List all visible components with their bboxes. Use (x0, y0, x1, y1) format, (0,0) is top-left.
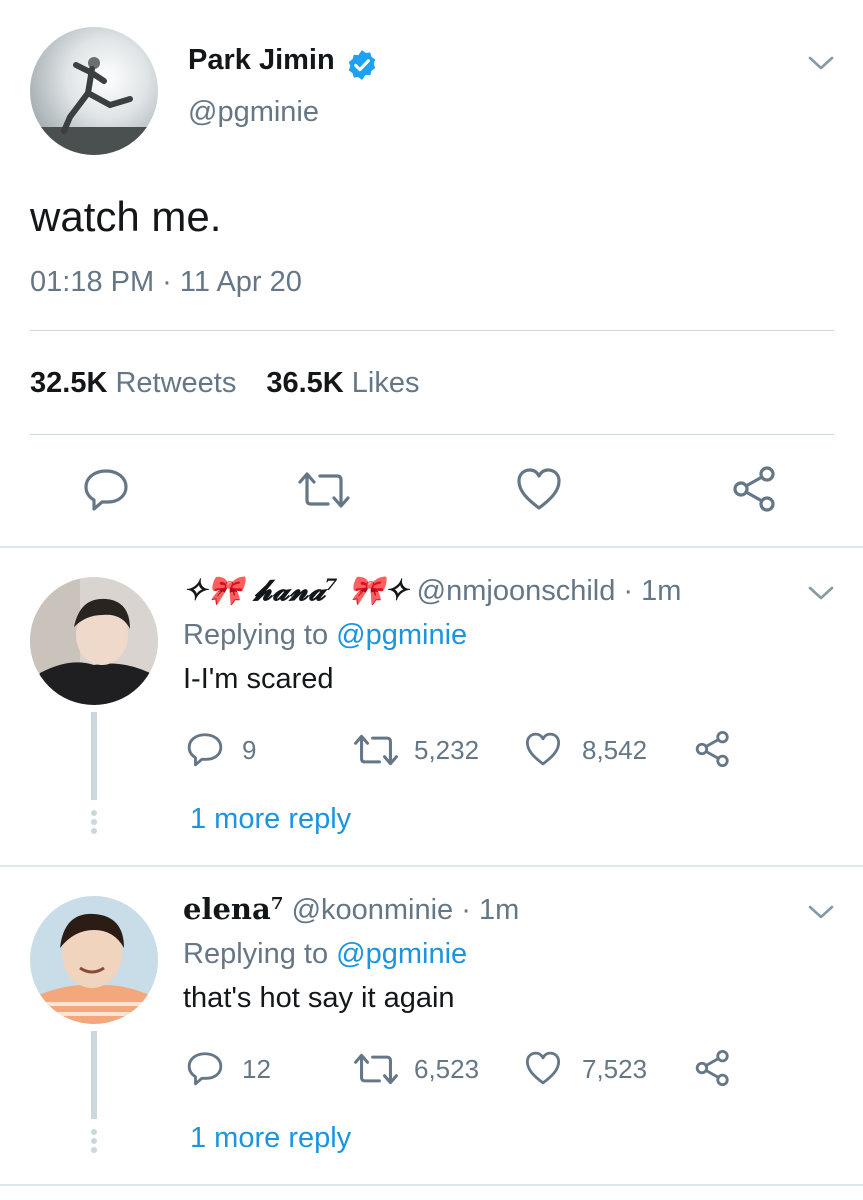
reply-icon[interactable] (82, 467, 130, 511)
reply-handle-time[interactable]: @nmjoonschild · 1m (417, 575, 682, 607)
like-icon[interactable] (515, 466, 563, 512)
retweet-count: 6,523 (414, 1054, 480, 1084)
retweet-icon[interactable] (296, 470, 352, 510)
thread-line (91, 1031, 97, 1119)
like-icon[interactable] (524, 1050, 562, 1086)
reply-display-name[interactable]: elena⁷ (183, 892, 284, 926)
author-name[interactable]: Park Jimin (188, 44, 335, 77)
thread-line (91, 712, 97, 800)
replying-to-link[interactable]: @pgminie (336, 938, 467, 970)
reply-avatar[interactable] (30, 896, 158, 1024)
likes-count: 36.5K (266, 367, 344, 399)
reply-handle-time[interactable]: @koonminie · 1m (292, 894, 520, 926)
more-replies-link[interactable]: 1 more reply (190, 1122, 351, 1155)
chevron-down-icon[interactable] (808, 585, 834, 601)
divider (30, 330, 834, 331)
reply-header: ✧🎀 𝓱𝓪𝓷𝓪⁷ 🎀✧ @nmjoonschild · 1m (183, 573, 681, 608)
author-handle[interactable]: @pgminie (188, 96, 319, 129)
reply-count: 12 (242, 1054, 271, 1084)
verified-badge-icon (345, 48, 379, 82)
reply-text: that's hot say it again (183, 982, 455, 1014)
thread-dot (91, 1129, 97, 1135)
share-icon[interactable] (694, 1049, 732, 1087)
retweets-label: Retweets (115, 367, 237, 399)
section-divider (0, 1184, 863, 1186)
retweet-icon[interactable] (352, 1052, 400, 1086)
thread-dot (91, 1147, 97, 1153)
like-count: 8,542 (582, 735, 648, 765)
more-replies-link[interactable]: 1 more reply (190, 803, 351, 836)
replying-to-line: Replying to @pgminie (183, 619, 467, 652)
replying-to-line: Replying to @pgminie (183, 938, 467, 971)
thread-dot (91, 810, 97, 816)
section-divider (0, 865, 863, 867)
tweet-text: watch me. (30, 193, 222, 240)
section-divider (0, 546, 863, 548)
retweet-icon[interactable] (352, 733, 400, 767)
like-icon[interactable] (524, 731, 562, 767)
retweets-stat[interactable]: 32.5K Retweets (30, 367, 236, 399)
share-icon[interactable] (731, 465, 779, 513)
divider (30, 434, 834, 435)
reply-icon[interactable] (186, 731, 224, 767)
replying-to-prefix: Replying to (183, 938, 337, 970)
replying-to-link[interactable]: @pgminie (336, 619, 467, 651)
retweet-count: 5,232 (414, 735, 480, 765)
tweet-timestamp[interactable]: 01:18 PM · 11 Apr 20 (30, 266, 302, 299)
author-avatar[interactable] (30, 27, 158, 155)
retweets-count: 32.5K (30, 367, 108, 399)
share-icon[interactable] (694, 730, 732, 768)
chevron-down-icon[interactable] (808, 55, 834, 71)
reply-display-name[interactable]: ✧🎀 𝓱𝓪𝓷𝓪⁷ 🎀✧ (183, 573, 409, 607)
tweet-stats: 32.5K Retweets 36.5K Likes (30, 367, 420, 400)
reply-avatar[interactable] (30, 577, 158, 705)
thread-dot (91, 1138, 97, 1144)
replying-to-prefix: Replying to (183, 619, 337, 651)
reply-icon[interactable] (186, 1050, 224, 1086)
chevron-down-icon[interactable] (808, 904, 834, 920)
thread-dot (91, 828, 97, 834)
like-count: 7,523 (582, 1054, 648, 1084)
reply-header: elena⁷ @koonminie · 1m (183, 892, 519, 927)
thread-dot (91, 819, 97, 825)
reply-count: 9 (242, 735, 257, 765)
likes-stat[interactable]: 36.5K Likes (266, 367, 419, 399)
likes-label: Likes (351, 367, 420, 399)
reply-text: I-I'm scared (183, 663, 334, 695)
